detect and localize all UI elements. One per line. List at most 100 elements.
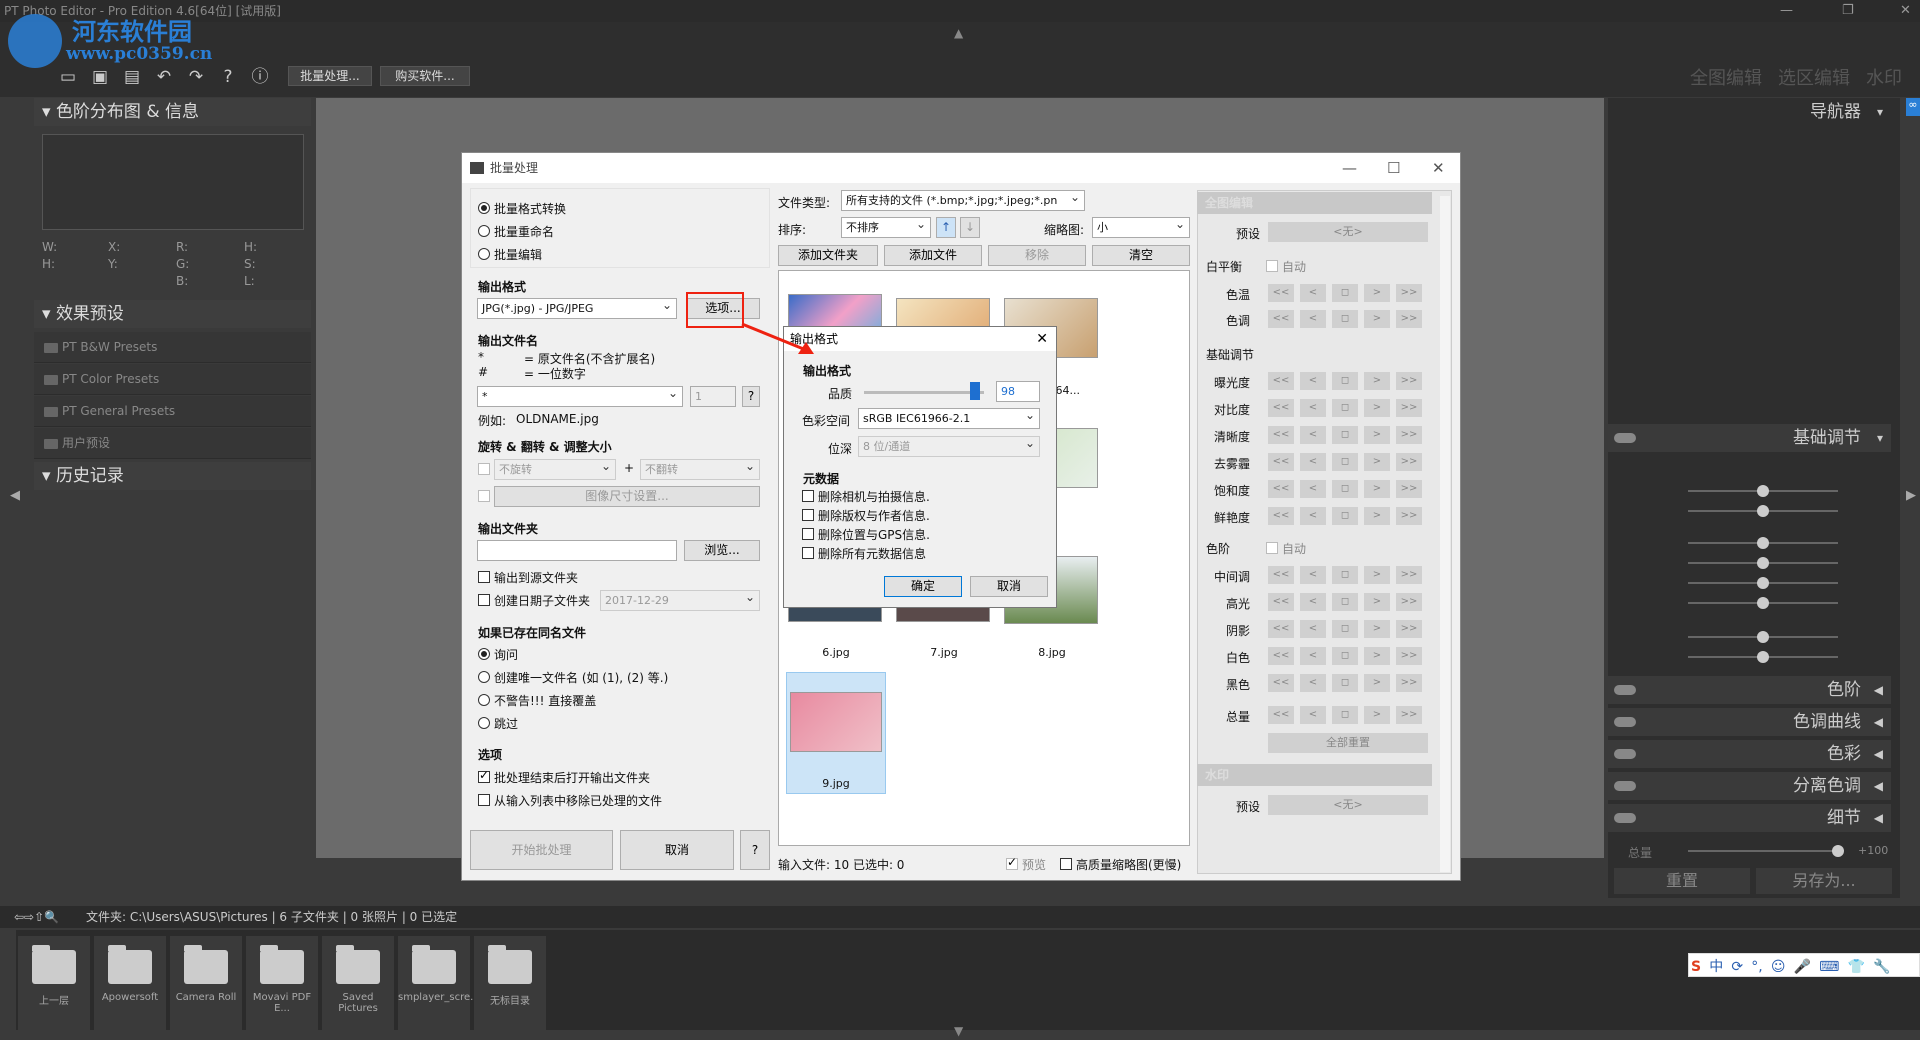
step-button[interactable]: > — [1364, 453, 1390, 471]
step-button[interactable]: < — [1300, 706, 1326, 724]
quality-slider[interactable] — [864, 391, 984, 394]
number-start-input[interactable]: 1 — [690, 386, 736, 407]
dialog-help-button[interactable]: ? — [740, 830, 770, 870]
step-button[interactable]: >> — [1396, 453, 1422, 471]
step-button[interactable]: >> — [1396, 620, 1422, 638]
dialog-cancel-button[interactable]: 取消 — [620, 830, 734, 870]
output-format-select[interactable]: JPG(*.jpg) - JPG/JPEG — [477, 298, 677, 319]
ime-lang[interactable]: 中 — [1709, 956, 1723, 976]
histogram-panel-header[interactable]: ▾ 色阶分布图 & 信息 — [34, 98, 311, 126]
step-button[interactable]: << — [1268, 674, 1294, 692]
step-button[interactable]: << — [1268, 284, 1294, 302]
step-button[interactable]: << — [1268, 480, 1294, 498]
right-collapse-icon[interactable]: ▶ — [1906, 488, 1916, 503]
reset-button[interactable]: 重置 — [1614, 868, 1750, 894]
history-panel-header[interactable]: ▾ 历史记录 — [34, 462, 311, 490]
step-button[interactable]: ◻ — [1332, 426, 1358, 444]
step-button[interactable]: ◻ — [1332, 480, 1358, 498]
step-button[interactable]: << — [1268, 593, 1294, 611]
folder-item[interactable]: Movavi PDF E... — [246, 936, 318, 1030]
flip-select[interactable]: 不翻转 — [640, 459, 760, 480]
step-button[interactable]: > — [1364, 706, 1390, 724]
step-button[interactable]: ◻ — [1332, 593, 1358, 611]
meta-checkbox[interactable] — [802, 509, 814, 521]
browse-button[interactable]: 浏览... — [684, 540, 760, 561]
step-button[interactable]: > — [1364, 426, 1390, 444]
step-button[interactable]: < — [1300, 399, 1326, 417]
step-button[interactable]: > — [1364, 372, 1390, 390]
exists-radio[interactable] — [478, 671, 490, 683]
step-button[interactable]: ◻ — [1332, 706, 1358, 724]
step-button[interactable]: >> — [1396, 674, 1422, 692]
step-button[interactable]: > — [1364, 566, 1390, 584]
sort-desc-icon[interactable]: ↓ — [960, 217, 980, 238]
step-button[interactable]: > — [1364, 284, 1390, 302]
wm-preset-select[interactable]: <无> — [1268, 795, 1428, 815]
maximize-icon[interactable]: ☐ — [1387, 153, 1400, 183]
step-button[interactable]: >> — [1396, 706, 1422, 724]
split-tone-header[interactable]: 分离色调 ◀ — [1608, 772, 1891, 800]
colorspace-select[interactable]: sRGB IEC61966-2.1 — [858, 408, 1040, 429]
levels-header[interactable]: 色阶 ◀ — [1608, 676, 1891, 704]
help-icon[interactable]: ? — [218, 67, 238, 87]
skin-icon[interactable]: 👕 — [1848, 959, 1865, 975]
output-folder-input[interactable] — [477, 540, 677, 561]
open-folder-icon[interactable]: ▭ — [58, 67, 78, 87]
folder-item[interactable]: 上一层 — [18, 936, 90, 1030]
step-button[interactable]: ◻ — [1332, 372, 1358, 390]
meta-checkbox[interactable] — [802, 547, 814, 559]
wb-auto-checkbox[interactable] — [1266, 260, 1278, 272]
save-as-button[interactable]: 另存为... — [1756, 868, 1892, 894]
tone-curve-header[interactable]: 色调曲线 ◀ — [1608, 708, 1891, 736]
preset-select[interactable]: <无> — [1268, 222, 1428, 242]
step-button[interactable]: << — [1268, 647, 1294, 665]
close-icon[interactable]: ✕ — [1432, 153, 1445, 183]
close-icon[interactable]: ✕ — [1900, 0, 1911, 22]
step-button[interactable]: << — [1268, 310, 1294, 328]
ime-punct-icon[interactable]: ⟳ — [1731, 959, 1743, 975]
pattern-help-button[interactable]: ? — [742, 386, 760, 407]
total-slider[interactable] — [1688, 845, 1844, 857]
exists-radio[interactable] — [478, 694, 490, 706]
dehaze-slider[interactable] — [1688, 597, 1838, 609]
keyboard-icon[interactable]: ⌨ — [1819, 959, 1839, 975]
step-button[interactable]: > — [1364, 310, 1390, 328]
step-button[interactable]: >> — [1396, 284, 1422, 302]
start-batch-button[interactable]: 开始批处理 — [470, 830, 613, 870]
ok-button[interactable]: 确定 — [884, 576, 962, 597]
folder-item[interactable]: 无标目录 — [474, 936, 546, 1030]
preset-folder[interactable]: PT B&W Presets — [34, 332, 311, 363]
sort-select[interactable]: 不排序 — [841, 217, 931, 238]
meta-checkbox[interactable] — [802, 528, 814, 540]
mic-icon[interactable]: 🎤 — [1794, 959, 1811, 975]
vibrance-slider[interactable] — [1688, 651, 1838, 663]
meta-checkbox[interactable] — [802, 490, 814, 502]
step-button[interactable]: > — [1364, 674, 1390, 692]
step-button[interactable]: >> — [1396, 426, 1422, 444]
emoji-icon[interactable]: ☺ — [1771, 959, 1786, 975]
quality-slider-thumb[interactable] — [970, 382, 980, 400]
link-icon[interactable]: ∞ — [1906, 98, 1920, 116]
ime-symbol-icon[interactable]: °, — [1751, 959, 1762, 975]
step-button[interactable]: > — [1364, 593, 1390, 611]
step-button[interactable]: < — [1300, 453, 1326, 471]
tint-slider[interactable] — [1688, 505, 1838, 517]
step-button[interactable]: >> — [1396, 399, 1422, 417]
minimize-icon[interactable]: — — [1780, 0, 1793, 22]
date-subfolder-checkbox[interactable] — [478, 594, 490, 606]
step-button[interactable]: < — [1300, 507, 1326, 525]
nav-arrows-icon[interactable]: ⇦⇨⇧🔍 — [14, 906, 59, 928]
step-button[interactable]: >> — [1396, 647, 1422, 665]
step-button[interactable]: << — [1268, 620, 1294, 638]
step-button[interactable]: ◻ — [1332, 284, 1358, 302]
step-button[interactable]: > — [1364, 647, 1390, 665]
filename-pattern-select[interactable]: * — [477, 386, 683, 407]
step-button[interactable]: << — [1268, 706, 1294, 724]
step-button[interactable]: < — [1300, 566, 1326, 584]
remove-button[interactable]: 移除 — [988, 245, 1086, 266]
step-button[interactable]: ◻ — [1332, 310, 1358, 328]
mode-radio[interactable] — [478, 225, 490, 237]
tab-watermark[interactable]: 水印 — [1866, 64, 1902, 90]
add-folder-button[interactable]: 添加文件夹 — [778, 245, 878, 266]
output-cancel-button[interactable]: 取消 — [970, 576, 1048, 597]
